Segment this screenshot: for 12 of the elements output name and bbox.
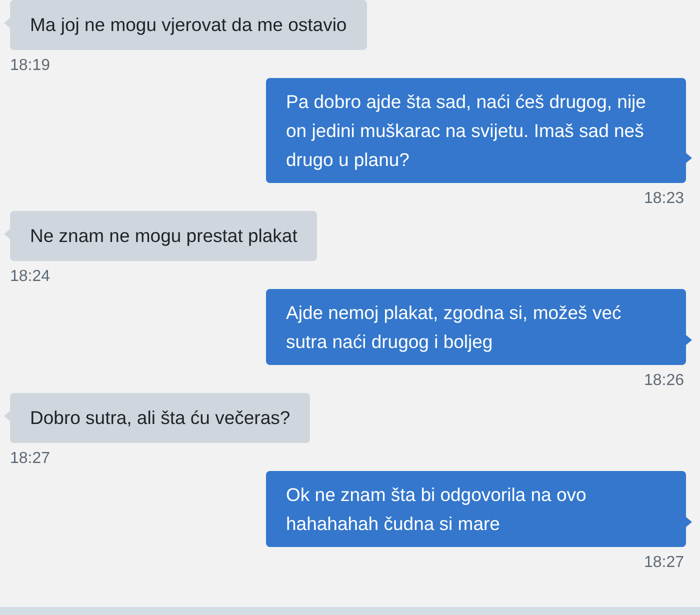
message-time: 18:19 [10,56,50,76]
message-text: Ne znam ne mogu prestat plakat [30,225,298,246]
message-time: 18:26 [644,371,685,391]
message-text: Ajde nemoj plakat, zgodna si, možeš već sutra naći drugog i boljeg [286,302,622,352]
message-time: 18:27 [644,553,685,573]
message-time: 18:23 [644,189,685,209]
message-time: 18:27 [10,449,50,469]
message-time: 18:24 [10,267,50,287]
message-text: Ok ne znam šta bi odgovorila na ovo hahahahah čudna si mare [286,484,586,534]
message-text: Pa dobro ajde šta sad, naći ćeš drugog, nije on jedini muškarac na svijetu. Imaš sad neš drugo u planu? [286,91,646,170]
message-text: Dobro sutra, ali šta ću večeras? [30,407,290,428]
message-text: Ma joj ne mogu vjerovat da me ostavio [30,14,347,35]
